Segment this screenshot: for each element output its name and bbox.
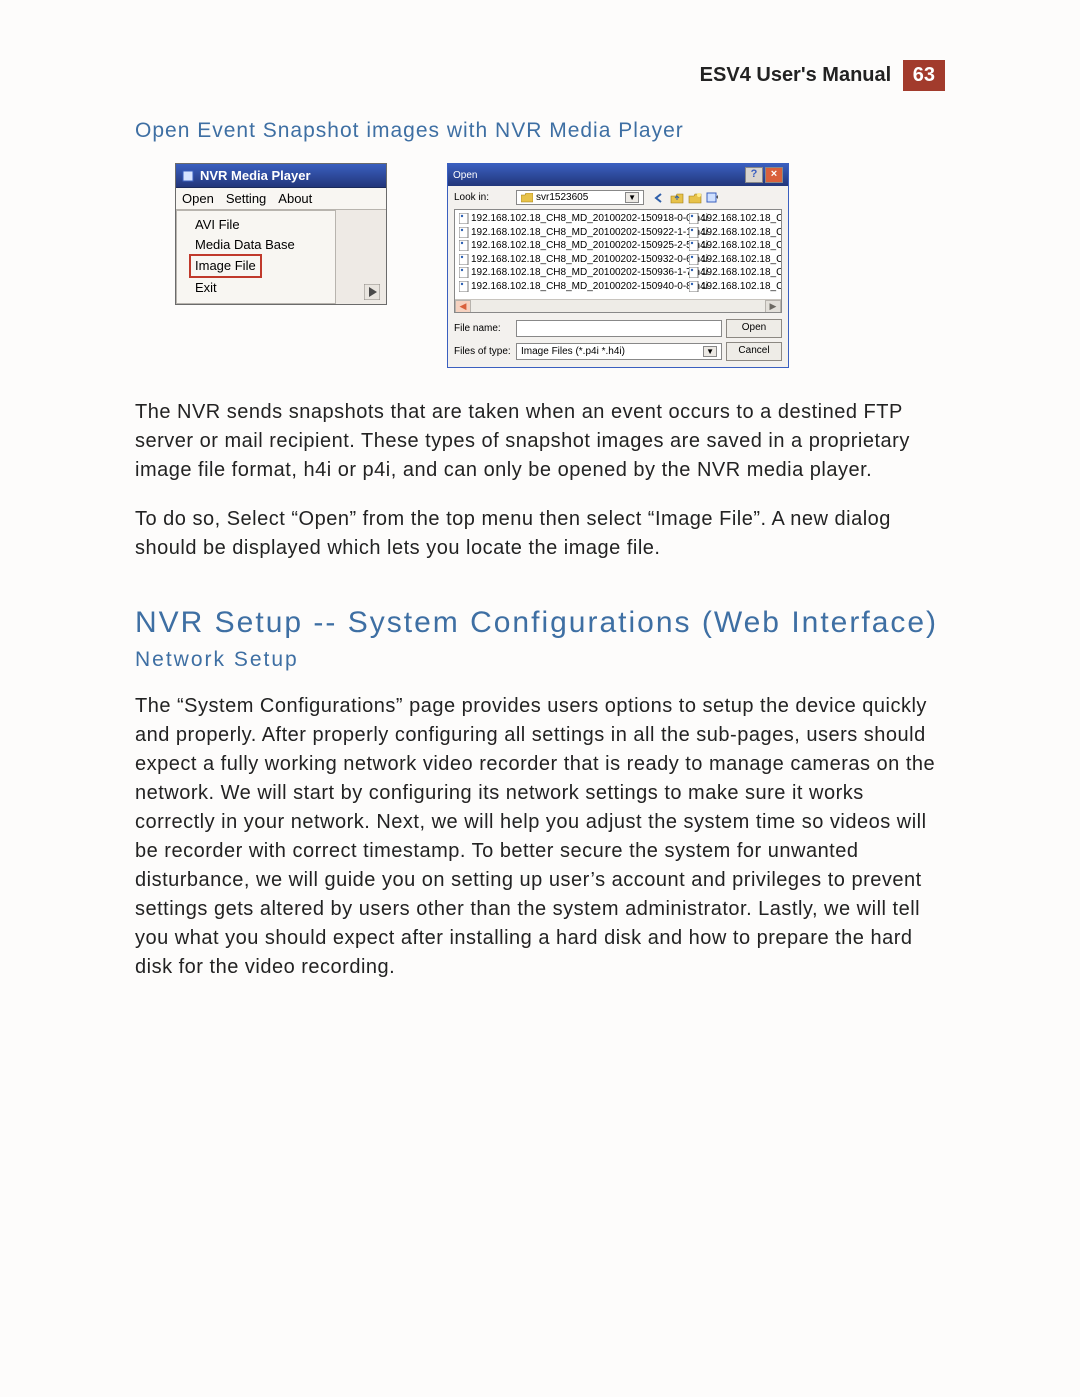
file-icon bbox=[689, 240, 699, 251]
file-icon bbox=[459, 213, 469, 224]
file-icon bbox=[459, 267, 469, 278]
file-list[interactable]: 192.168.102.18_CH8_MD_20100202-150918-0-… bbox=[454, 209, 782, 313]
filename-label: File name: bbox=[454, 323, 512, 334]
help-button[interactable]: ? bbox=[745, 167, 763, 183]
close-button[interactable]: × bbox=[765, 167, 783, 183]
dropdown-arrow-icon: ▼ bbox=[703, 346, 717, 357]
section1-para2: To do so, Select “Open” from the top men… bbox=[135, 505, 945, 563]
open-submenu: AVI File Media Data Base Image File Exit bbox=[176, 210, 336, 304]
section1-title: Open Event Snapshot images with NVR Medi… bbox=[135, 119, 945, 143]
figure-row: NVR Media Player Open Setting About AVI … bbox=[175, 163, 945, 368]
file-item[interactable]: 192.168.102.18_CH8_MD_20100202-150940-0-… bbox=[459, 280, 689, 294]
open-dialog: Open ? × Look in: svr1523605 ▼ bbox=[447, 163, 789, 368]
submenu-avi[interactable]: AVI File bbox=[195, 215, 325, 235]
filetype-select[interactable]: Image Files (*.p4i *.h4i) ▼ bbox=[516, 343, 722, 360]
file-icon bbox=[459, 240, 469, 251]
app-icon bbox=[182, 170, 194, 182]
file-icon bbox=[459, 254, 469, 265]
section2-para: The “System Configurations” page provide… bbox=[135, 692, 945, 982]
file-icon bbox=[689, 267, 699, 278]
file-item[interactable]: 192.168.102.18_CH8_MD_20100202-150932-0-… bbox=[459, 253, 689, 267]
menu-about[interactable]: About bbox=[278, 191, 312, 206]
file-item[interactable]: 192.168.102.18_C bbox=[689, 253, 782, 267]
play-icon[interactable] bbox=[364, 284, 380, 300]
open-dialog-title: Open bbox=[453, 170, 477, 181]
file-icon bbox=[689, 281, 699, 292]
file-list-hscroll[interactable]: ◀ ▶ bbox=[455, 299, 781, 312]
scroll-left-icon[interactable]: ◀ bbox=[455, 300, 471, 313]
lookin-select[interactable]: svr1523605 ▼ bbox=[516, 190, 644, 205]
file-icon bbox=[689, 254, 699, 265]
file-item[interactable]: 192.168.102.18_C bbox=[689, 239, 782, 253]
file-list-col1: 192.168.102.18_CH8_MD_20100202-150918-0-… bbox=[459, 212, 689, 310]
folder-icon bbox=[521, 193, 533, 203]
file-icon bbox=[689, 213, 699, 224]
cancel-button[interactable]: Cancel bbox=[726, 342, 782, 361]
file-icon bbox=[459, 227, 469, 238]
filetype-label: Files of type: bbox=[454, 346, 512, 357]
file-item[interactable]: 192.168.102.18_C bbox=[689, 226, 782, 240]
open-button[interactable]: Open bbox=[726, 319, 782, 338]
section1-para1: The NVR sends snapshots that are taken w… bbox=[135, 398, 945, 485]
doc-title: ESV4 User's Manual bbox=[700, 64, 892, 86]
open-dialog-titlebar: Open ? × bbox=[448, 164, 788, 186]
back-icon[interactable] bbox=[652, 191, 666, 205]
file-icon bbox=[459, 281, 469, 292]
file-item[interactable]: 192.168.102.18_CH8_MD_20100202-150936-1-… bbox=[459, 266, 689, 280]
lookin-value: svr1523605 bbox=[536, 192, 588, 203]
page-header: ESV4 User's Manual 63 bbox=[135, 60, 945, 91]
filetype-value: Image Files (*.p4i *.h4i) bbox=[521, 346, 625, 357]
file-item[interactable]: 192.168.102.18_C bbox=[689, 212, 782, 226]
file-item[interactable]: 192.168.102.18_C bbox=[689, 266, 782, 280]
file-item[interactable]: 192.168.102.18_C bbox=[689, 280, 782, 294]
submenu-exit[interactable]: Exit bbox=[195, 278, 325, 298]
lookin-row: Look in: svr1523605 ▼ bbox=[448, 186, 788, 209]
filename-input[interactable] bbox=[516, 320, 722, 337]
media-player-titlebar: NVR Media Player bbox=[176, 164, 386, 188]
menu-setting[interactable]: Setting bbox=[226, 191, 266, 206]
menu-open[interactable]: Open bbox=[182, 191, 214, 206]
section2-title: NVR Setup -- System Configurations (Web … bbox=[135, 603, 945, 644]
file-item[interactable]: 192.168.102.18_CH8_MD_20100202-150922-1-… bbox=[459, 226, 689, 240]
media-player-menubar: Open Setting About bbox=[176, 188, 386, 210]
media-player-window: NVR Media Player Open Setting About AVI … bbox=[175, 163, 387, 305]
submenu-mdb[interactable]: Media Data Base bbox=[195, 235, 325, 255]
scroll-right-icon[interactable]: ▶ bbox=[765, 300, 781, 313]
up-folder-icon[interactable] bbox=[670, 191, 684, 205]
section2-subtitle: Network Setup bbox=[135, 648, 945, 672]
file-item[interactable]: 192.168.102.18_CH8_MD_20100202-150918-0-… bbox=[459, 212, 689, 226]
page-number: 63 bbox=[903, 60, 945, 91]
new-folder-icon[interactable] bbox=[688, 191, 702, 205]
file-list-col2: 192.168.102.18_C 192.168.102.18_C 192.16… bbox=[689, 212, 782, 310]
submenu-image-file[interactable]: Image File bbox=[189, 254, 262, 278]
file-item[interactable]: 192.168.102.18_CH8_MD_20100202-150925-2-… bbox=[459, 239, 689, 253]
media-player-title: NVR Media Player bbox=[200, 168, 311, 183]
view-menu-icon[interactable] bbox=[706, 191, 720, 205]
lookin-label: Look in: bbox=[454, 192, 512, 203]
file-icon bbox=[689, 227, 699, 238]
dropdown-arrow-icon: ▼ bbox=[625, 192, 639, 203]
